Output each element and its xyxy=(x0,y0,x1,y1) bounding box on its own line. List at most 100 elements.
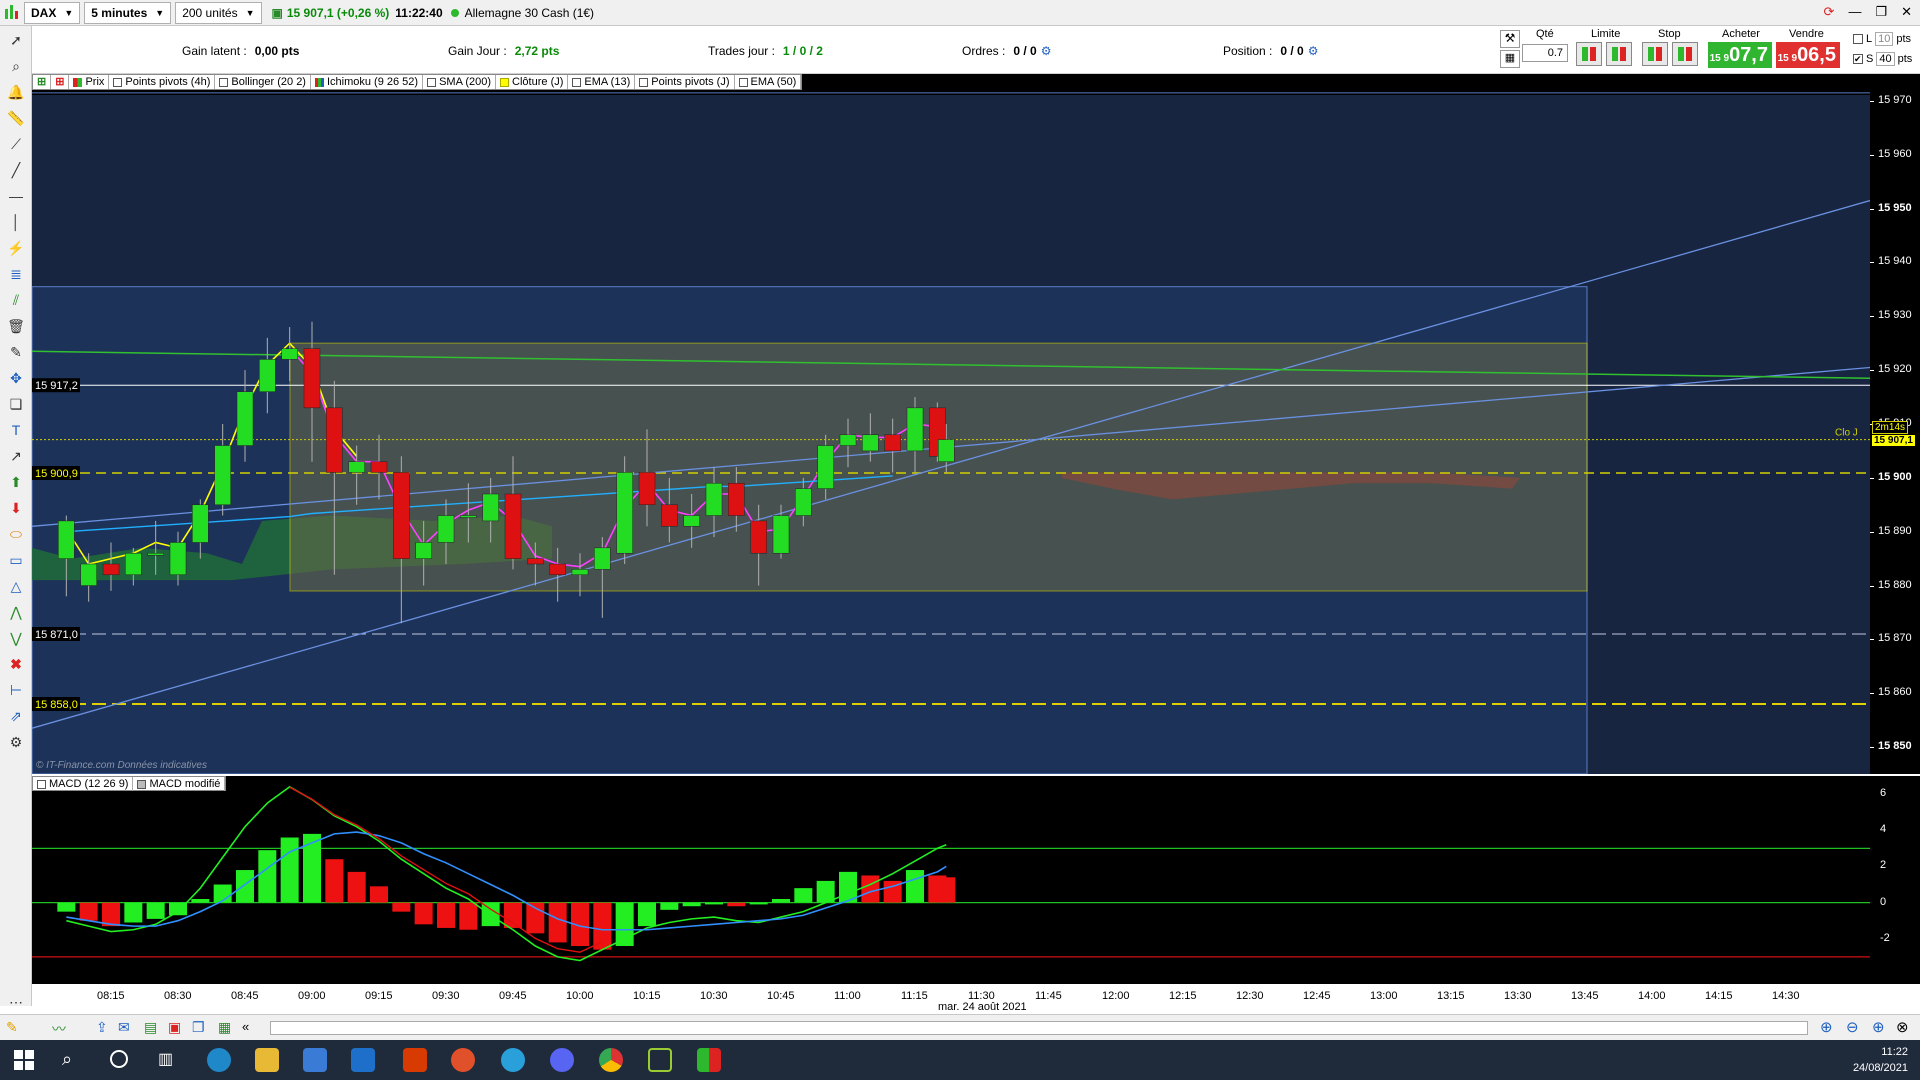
s-checkbox[interactable]: ✔ xyxy=(1853,54,1863,64)
gear-icon[interactable]: ⚙ xyxy=(1308,44,1319,58)
macd-panel[interactable] xyxy=(32,776,1870,984)
delete-all-icon[interactable]: ✖ xyxy=(6,654,26,674)
timeframe-select[interactable]: 5 minutes ▼ xyxy=(84,1,172,24)
settings-icon[interactable]: ⚙ xyxy=(6,732,26,752)
legend-checkbox[interactable] xyxy=(639,77,649,87)
time-axis[interactable]: mar. 24 août 2021 08:15 08:30 08:45 09:00 09… xyxy=(32,984,1920,1014)
text-icon[interactable]: T xyxy=(6,420,26,440)
pattern-icon[interactable]: ⋀ xyxy=(6,602,26,622)
sell-button[interactable]: 15 906,5 xyxy=(1776,42,1840,68)
layout-icon[interactable]: ▣ xyxy=(168,1019,181,1036)
legend-item[interactable]: Points pivots (J) xyxy=(635,75,735,89)
zoom-reset-icon[interactable]: ⊗ xyxy=(1896,1018,1909,1036)
add-chart-button[interactable]: ⊞ xyxy=(51,75,70,89)
buy-button[interactable]: 15 907,7 xyxy=(1708,42,1772,68)
draw-style-icon[interactable]: ✎ xyxy=(6,1019,18,1036)
template-icon[interactable]: ▤ xyxy=(144,1019,157,1036)
fib-levels-icon[interactable]: ≣ xyxy=(6,264,26,284)
save-icon[interactable]: ▦ xyxy=(218,1019,231,1036)
calculator-icon[interactable]: ▦ xyxy=(1500,50,1520,68)
chart-bars-icon[interactable] xyxy=(2,3,22,23)
legend-item[interactable]: SMA (200) xyxy=(423,75,497,89)
chat-icon[interactable]: ✉ xyxy=(118,1019,130,1036)
close-icon[interactable]: ✕ xyxy=(1901,4,1912,20)
l-value[interactable]: 10 xyxy=(1875,32,1894,46)
zoom-icon[interactable]: ⌕ xyxy=(6,56,26,76)
legend-item[interactable]: MACD (12 26 9) xyxy=(33,777,134,791)
edge-icon[interactable] xyxy=(207,1048,231,1072)
scrollbar[interactable] xyxy=(270,1021,1808,1035)
wave-icon[interactable]: ⋁ xyxy=(6,628,26,648)
task-view-icon[interactable]: ▥ xyxy=(158,1049,173,1069)
stop-sell-button[interactable] xyxy=(1672,42,1698,66)
discord-icon[interactable] xyxy=(550,1048,574,1072)
arrow-down-icon[interactable]: ⬇ xyxy=(6,498,26,518)
legend-item[interactable]: Points pivots (4h) xyxy=(109,75,216,89)
window-icon[interactable]: ❐ xyxy=(192,1019,205,1036)
symbol-select[interactable]: DAX ▼ xyxy=(24,1,81,24)
system-clock[interactable]: 11:22 24/08/2021 xyxy=(1853,1044,1908,1076)
file-explorer-icon[interactable] xyxy=(255,1048,279,1072)
fibonacci-icon[interactable]: ⚡ xyxy=(6,238,26,258)
office-icon[interactable] xyxy=(403,1048,427,1072)
vertical-line-icon[interactable]: │ xyxy=(6,212,26,232)
ruler-icon[interactable]: 📏 xyxy=(6,108,26,128)
qty-input[interactable]: 0.7 xyxy=(1522,44,1568,62)
zoom-in-icon[interactable]: ⊕ xyxy=(1872,1018,1885,1036)
trading-app-icon[interactable] xyxy=(697,1048,721,1072)
limit-sell-button[interactable] xyxy=(1606,42,1632,66)
legend-item[interactable]: EMA (13) xyxy=(568,75,636,89)
gear-icon[interactable]: ⚙ xyxy=(1041,44,1052,58)
units-select[interactable]: 200 unités ▼ xyxy=(175,1,262,24)
legend-item[interactable]: Ichimoku (9 26 52) xyxy=(311,75,424,89)
channel-icon[interactable]: ⫽ xyxy=(6,290,26,310)
limit-buy-button[interactable] xyxy=(1576,42,1602,66)
legend-checkbox[interactable] xyxy=(37,779,46,789)
price-chart[interactable]: 15 917,2 15 900,9 15 871,0 15 858,0 Clo J © I… xyxy=(31,74,1871,775)
cortana-icon[interactable] xyxy=(110,1050,128,1068)
zoom-out-icon[interactable]: ⊖ xyxy=(1846,1018,1859,1036)
restore-icon[interactable]: ❐ xyxy=(1875,4,1887,20)
stop-buy-button[interactable] xyxy=(1642,42,1668,66)
legend-checkbox[interactable] xyxy=(219,77,229,87)
chart-type-icon[interactable]: 〰 xyxy=(52,1019,66,1039)
cursor-icon[interactable]: ➚ xyxy=(6,30,26,50)
share-icon[interactable]: ⇪ xyxy=(96,1019,108,1036)
legend-item[interactable]: Bollinger (20 2) xyxy=(215,75,311,89)
rectangle-icon[interactable]: ▭ xyxy=(6,550,26,570)
minimize-icon[interactable]: — xyxy=(1848,4,1861,20)
measure-icon[interactable]: ⊢ xyxy=(6,680,26,700)
arrow-up-icon[interactable]: ⬆ xyxy=(6,472,26,492)
legend-checkbox[interactable] xyxy=(738,77,748,87)
triangle-icon[interactable]: △ xyxy=(6,576,26,596)
scroll-left-icon[interactable]: « xyxy=(242,1019,249,1034)
store-icon[interactable] xyxy=(303,1048,327,1072)
move-icon[interactable]: ✥ xyxy=(6,368,26,388)
segment-icon[interactable]: ⟋ xyxy=(6,134,26,154)
legend-checkbox[interactable] xyxy=(113,77,123,87)
trading-tool-icon[interactable] xyxy=(648,1048,672,1072)
mail-icon[interactable] xyxy=(351,1048,375,1072)
windows-start-icon[interactable] xyxy=(14,1050,34,1070)
more-icon[interactable]: ⋯ xyxy=(6,992,26,1012)
chrome-icon[interactable] xyxy=(599,1048,623,1072)
eraser-icon[interactable]: ✎ xyxy=(6,342,26,362)
l-checkbox[interactable] xyxy=(1853,34,1863,44)
price-axis[interactable]: 15 970 15 960 15 950 15 940 15 930 15 920 15 9… xyxy=(1870,74,1920,774)
search-icon[interactable]: ⌕ xyxy=(62,1049,72,1070)
refresh-icon[interactable]: ⟳ xyxy=(1824,4,1835,20)
legend-item[interactable]: MACD modifié xyxy=(133,777,226,791)
legend-checkbox[interactable] xyxy=(572,77,582,87)
legend-checkbox[interactable] xyxy=(137,779,147,789)
zoom-fit-icon[interactable]: ⊕ xyxy=(1820,1018,1833,1036)
alert-bell-icon[interactable]: 🔔 xyxy=(6,82,26,102)
trash-icon[interactable]: 🗑 xyxy=(6,316,26,336)
legend-item[interactable]: EMA (50) xyxy=(735,75,802,89)
telegram-icon[interactable] xyxy=(501,1048,525,1072)
arrow-icon[interactable]: ↗ xyxy=(6,446,26,466)
ellipse-icon[interactable]: ⬭ xyxy=(6,524,26,544)
add-indicator-button[interactable]: ⊞ xyxy=(33,75,52,89)
line-icon[interactable]: ╱ xyxy=(6,160,26,180)
s-value[interactable]: 40 xyxy=(1876,52,1895,66)
regression-icon[interactable]: ⇗ xyxy=(6,706,26,726)
